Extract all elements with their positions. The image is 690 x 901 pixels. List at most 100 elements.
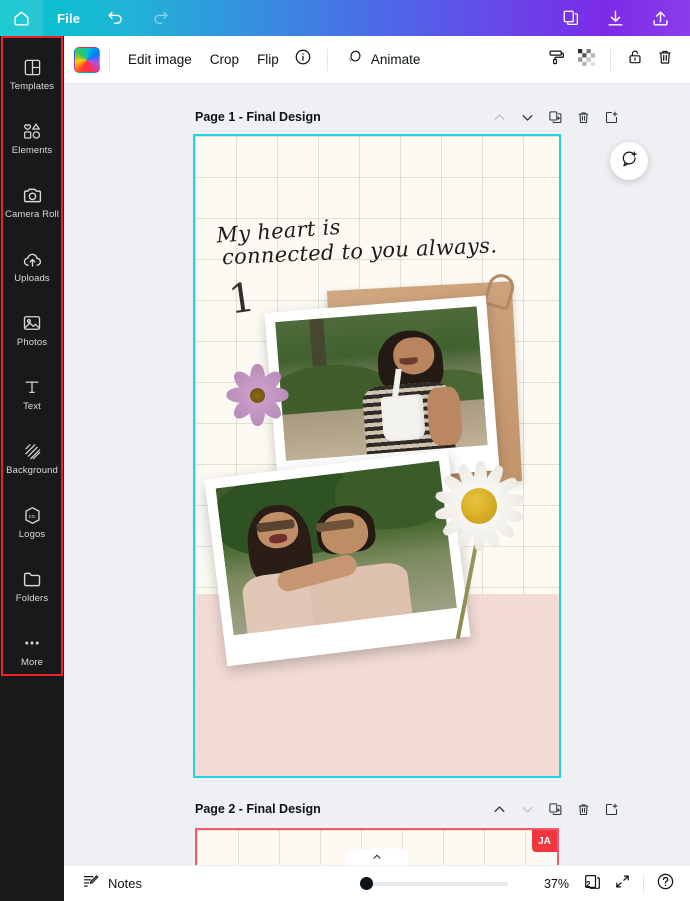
svg-text:co.: co.: [28, 513, 36, 519]
page-count-button[interactable]: 2: [579, 871, 605, 897]
undo-icon: [106, 9, 125, 28]
page-1-move-up-button[interactable]: [486, 104, 512, 130]
background-icon: [22, 440, 43, 462]
notes-icon: [82, 872, 100, 895]
photos-icon: [22, 312, 42, 334]
daisy-flower-element[interactable]: [431, 458, 527, 554]
sidebar-item-background[interactable]: Background: [0, 426, 64, 490]
paint-roller-button[interactable]: [541, 45, 571, 75]
more-dots-icon: [21, 632, 43, 654]
download-icon: [606, 9, 625, 28]
transparency-button[interactable]: [571, 45, 601, 75]
add-comment-icon: [620, 149, 639, 173]
sidebar-item-photos[interactable]: Photos: [0, 298, 64, 362]
left-sidebar: Templates Elements Camera Roll Uploads P…: [0, 36, 64, 901]
page-2-duplicate-button[interactable]: [542, 796, 568, 822]
sidebar-item-logos[interactable]: co. Logos: [0, 490, 64, 554]
collapse-panel-button[interactable]: [346, 849, 408, 865]
sidebar-label-text: Text: [23, 401, 41, 412]
page-1-controls: [486, 104, 624, 130]
text-icon: [22, 376, 42, 398]
lock-button[interactable]: [620, 45, 650, 75]
folder-icon: [22, 568, 43, 590]
elements-icon: [22, 120, 42, 142]
page-1-add-page-button[interactable]: [598, 104, 624, 130]
add-comment-button[interactable]: [610, 142, 648, 180]
page-1-canvas[interactable]: My heart is connected to you always. 1: [193, 134, 561, 778]
color-swatch-button[interactable]: [74, 46, 100, 73]
cosmos-center: [249, 387, 265, 403]
flip-button[interactable]: Flip: [248, 46, 288, 73]
delete-button[interactable]: [650, 45, 680, 75]
page-1-duplicate-button[interactable]: [542, 104, 568, 130]
crop-button[interactable]: Crop: [201, 46, 248, 73]
sidebar-label-folders: Folders: [15, 593, 49, 604]
sidebar-label-templates: Templates: [9, 81, 55, 92]
page-2-header: Page 2 - Final Design: [195, 796, 624, 822]
file-menu-button[interactable]: File: [45, 0, 92, 36]
top-header-right-group: [550, 0, 690, 36]
animate-button[interactable]: Animate: [337, 42, 429, 78]
templates-icon: [23, 56, 42, 78]
sidebar-item-uploads[interactable]: Uploads: [0, 234, 64, 298]
top-header-left-group: File: [0, 0, 182, 36]
page-1-title: Page 1 - Final Design: [195, 110, 321, 124]
sidebar-item-elements[interactable]: Elements: [0, 106, 64, 170]
toolbar-divider-3: [610, 48, 611, 71]
sidebar-label-camera-roll: Camera Roll: [5, 209, 59, 220]
page-1-delete-button[interactable]: [570, 104, 596, 130]
sidebar-item-more[interactable]: More: [0, 618, 64, 682]
animate-label: Animate: [370, 52, 421, 67]
page-2-move-up-button[interactable]: [486, 796, 512, 822]
edit-image-button[interactable]: Edit image: [119, 46, 201, 73]
toolbar-right-group: [541, 45, 680, 75]
zoom-percentage-label: 37%: [543, 876, 569, 891]
page-2-move-down-button[interactable]: [514, 796, 540, 822]
sidebar-label-logos: Logos: [18, 529, 46, 540]
download-button[interactable]: [594, 0, 637, 36]
sidebar-item-camera-roll[interactable]: Camera Roll: [0, 170, 64, 234]
bottom-bar: Notes 37% 2: [64, 865, 690, 901]
trash-icon: [656, 48, 674, 71]
upload-cloud-icon: [22, 248, 43, 270]
redo-icon: [151, 9, 170, 28]
notes-button[interactable]: Notes: [76, 867, 148, 900]
daisy-center: [461, 488, 497, 524]
page-2-title: Page 2 - Final Design: [195, 802, 321, 816]
sidebar-item-folders[interactable]: Folders: [0, 554, 64, 618]
paint-roller-icon: [547, 48, 566, 72]
toolbar-divider: [109, 48, 110, 71]
home-button[interactable]: [0, 0, 43, 36]
page-2-add-page-button[interactable]: [598, 796, 624, 822]
undo-button[interactable]: [94, 0, 137, 36]
bottom-bar-right-group: 2: [579, 871, 678, 897]
transparency-icon: [577, 48, 595, 71]
lock-icon: [626, 48, 644, 71]
home-icon: [12, 9, 31, 28]
canvas-scroll-area[interactable]: Page 1 - Final Design My heart is connec…: [64, 84, 690, 865]
share-button[interactable]: [639, 0, 682, 36]
sidebar-item-text[interactable]: Text: [0, 362, 64, 426]
zoom-slider-handle[interactable]: [359, 877, 373, 890]
info-button[interactable]: [288, 45, 318, 75]
logos-icon: co.: [22, 504, 43, 526]
duplicate-design-button[interactable]: [550, 0, 592, 36]
info-icon: [294, 48, 312, 71]
help-button[interactable]: [652, 871, 678, 897]
zoom-slider[interactable]: [359, 877, 508, 890]
page-2-delete-button[interactable]: [570, 796, 596, 822]
sidebar-label-more: More: [20, 657, 44, 668]
animate-icon: [345, 48, 364, 72]
canva-editor-window: File Templates Elements Camera Roll Uplo…: [0, 0, 690, 901]
sidebar-label-photos: Photos: [16, 337, 48, 348]
page-1-move-down-button[interactable]: [514, 104, 540, 130]
collaborator-avatar[interactable]: JA: [532, 830, 557, 852]
sidebar-label-elements: Elements: [11, 145, 53, 156]
sidebar-item-templates[interactable]: Templates: [0, 42, 64, 106]
camera-icon: [22, 184, 43, 206]
woman-arm-1: [426, 385, 464, 447]
notes-label: Notes: [108, 876, 142, 891]
cosmos-flower-element[interactable]: [225, 364, 289, 426]
redo-button[interactable]: [139, 0, 182, 36]
fullscreen-button[interactable]: [609, 871, 635, 897]
